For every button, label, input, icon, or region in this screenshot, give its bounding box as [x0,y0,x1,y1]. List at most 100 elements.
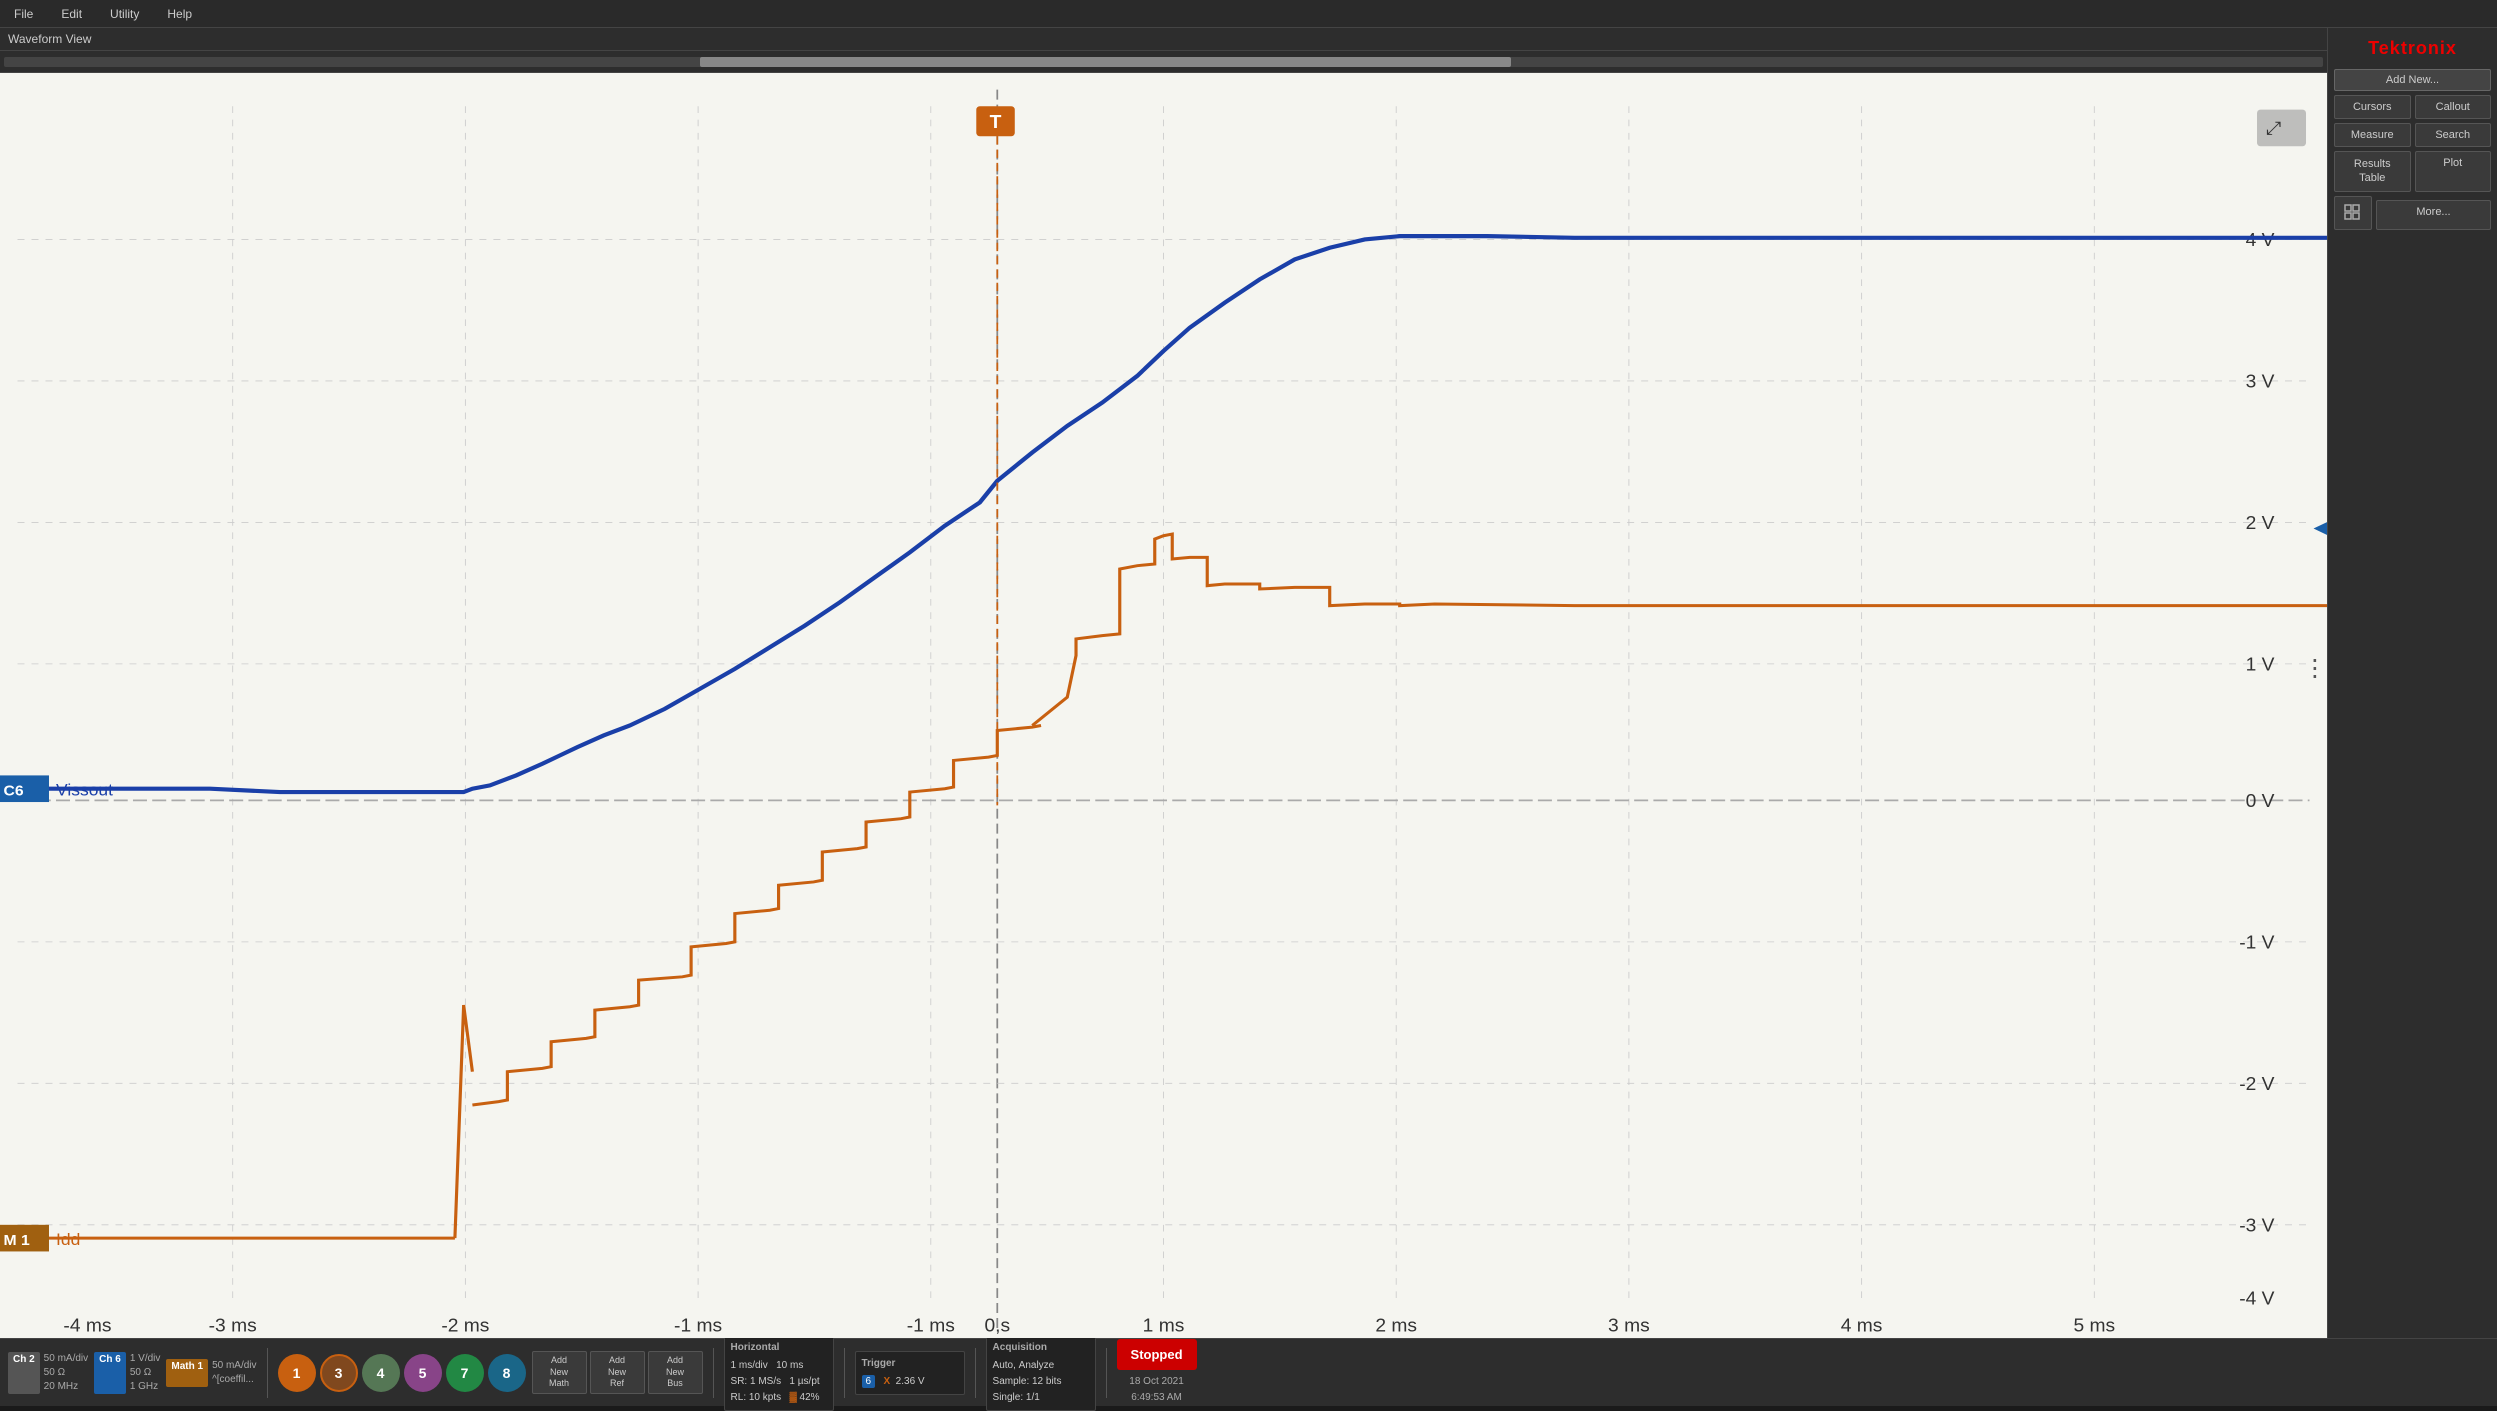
svg-text:Idd: Idd [56,1230,80,1249]
callout-button[interactable]: Callout [2415,95,2492,119]
logo-tek: Tekt [2368,38,2408,58]
separator-5 [1106,1348,1107,1398]
channel-5-button[interactable]: 5 [404,1354,442,1392]
menu-utility[interactable]: Utility [104,5,145,23]
channel-8-button[interactable]: 8 [488,1354,526,1392]
math1-info: Math 1 50 mA/div^[coeffil... [166,1359,256,1387]
svg-text:2 V: 2 V [2246,512,2275,532]
channel-7-button[interactable]: 7 [446,1354,484,1392]
scroll-bar-top[interactable] [0,51,2327,73]
ch4-label: 4 [377,1365,385,1381]
svg-text:-2 V: -2 V [2239,1073,2275,1093]
acquisition-single: Single: 1/1 [993,1390,1089,1406]
ch3-label: 3 [335,1365,343,1381]
stopped-group: Stopped 18 Oct 2021 6:49:53 AM [1117,1339,1197,1406]
add-buttons-group: AddNewMath AddNewRef AddNewBus [532,1351,703,1394]
date-display: 18 Oct 2021 [1129,1374,1183,1390]
channel-buttons: 1 3 4 5 7 8 [278,1354,526,1392]
svg-text:-2 ms: -2 ms [441,1315,489,1335]
svg-text:1 V: 1 V [2246,654,2275,674]
svg-text:3 V: 3 V [2246,371,2275,391]
svg-text:1 ms: 1 ms [1143,1315,1185,1335]
ch6-params: 1 V/div50 Ω1 GHz [130,1352,161,1394]
svg-text:2 ms: 2 ms [1375,1315,1417,1335]
svg-text:-3 V: -3 V [2239,1215,2275,1235]
acquisition-title: Acquisition [993,1340,1089,1356]
math1-badge[interactable]: Math 1 [166,1359,208,1387]
results-plot-row: ResultsTable Plot [2334,151,2491,192]
svg-text:0 V: 0 V [2246,790,2275,810]
grid-icon-button[interactable] [2334,196,2372,230]
trigger-title: Trigger [862,1356,958,1372]
ch8-label: 8 [503,1365,511,1381]
waveform-title-bar: Waveform View [0,28,2327,51]
waveform-title: Waveform View [8,32,91,46]
trigger-edge: X [883,1376,890,1387]
ch2-badge[interactable]: Ch 2 [8,1352,40,1394]
horizontal-msdiv: 1 ms/div 10 ms [731,1358,827,1374]
main-layout: Waveform View [0,28,2497,1338]
results-table-button[interactable]: ResultsTable [2334,151,2411,192]
separator-4 [975,1348,976,1398]
svg-text:⤢: ⤢ [2266,118,2281,138]
acquisition-info[interactable]: Acquisition Auto, Analyze Sample: 12 bit… [986,1335,1096,1411]
menu-bar: File Edit Utility Help [0,0,2497,28]
ch1-label: 1 [293,1365,301,1381]
svg-text:0,s: 0,s [984,1315,1010,1335]
svg-text:-4 ms: -4 ms [63,1315,111,1335]
svg-text:4 ms: 4 ms [1841,1315,1883,1335]
ch2-block: Ch 2 50 mA/div50 Ω20 MHz [8,1352,88,1394]
acquisition-mode: Auto, Analyze [993,1358,1089,1374]
separator-1 [267,1348,268,1398]
right-panel: Tektronix Add New... Cursors Callout Mea… [2327,28,2497,1338]
trigger-ch-badge: 6 [862,1375,876,1388]
math1-block: Math 1 50 mA/div^[coeffil... [166,1359,256,1387]
search-button[interactable]: Search [2415,123,2492,147]
menu-help[interactable]: Help [161,5,198,23]
svg-text:M 1: M 1 [3,1232,30,1249]
stopped-button[interactable]: Stopped [1117,1339,1197,1370]
horizontal-info[interactable]: Horizontal 1 ms/div 10 ms SR: 1 MS/s 1 µ… [724,1335,834,1411]
measure-button[interactable]: Measure [2334,123,2411,147]
waveform-container: Waveform View [0,28,2327,1338]
add-new-ref-button[interactable]: AddNewRef [590,1351,645,1394]
more-button[interactable]: More... [2376,200,2491,230]
svg-text:C6: C6 [3,783,23,800]
plot-button[interactable]: Plot [2415,151,2492,192]
svg-text:◄: ◄ [2306,506,2327,547]
add-new-bus-button[interactable]: AddNewBus [648,1351,703,1394]
svg-text:-4 V: -4 V [2239,1288,2275,1308]
bottom-toolbar: Ch 2 50 mA/div50 Ω20 MHz Ch 6 1 V/div50 … [0,1338,2497,1406]
channel-1-button[interactable]: 1 [278,1354,316,1392]
horizontal-rl: RL: 10 kpts ▓ 42% [731,1390,827,1406]
waveform-svg: 4 V 3 V 2 V 1 V 0 V -1 V -2 V -3 V -4 V … [0,73,2327,1338]
time-display: 6:49:53 AM [1129,1390,1183,1406]
separator-3 [844,1348,845,1398]
horizontal-pct: ▓ [789,1392,796,1403]
channel-3-button[interactable]: 3 [320,1354,358,1392]
waveform-plot[interactable]: 4 V 3 V 2 V 1 V 0 V -1 V -2 V -3 V -4 V … [0,73,2327,1338]
ch6-info: Ch 6 1 V/div50 Ω1 GHz [94,1352,160,1394]
datetime-display: 18 Oct 2021 6:49:53 AM [1129,1374,1183,1406]
menu-edit[interactable]: Edit [55,5,88,23]
tektronix-logo: Tektronix [2334,34,2491,65]
scroll-track[interactable] [4,57,2323,67]
horizontal-title: Horizontal [731,1340,827,1356]
ch6-badge[interactable]: Ch 6 [94,1352,126,1394]
menu-file[interactable]: File [8,5,39,23]
svg-text:⋮: ⋮ [2303,655,2327,681]
measure-search-row: Measure Search [2334,123,2491,147]
ch2-params: 50 mA/div50 Ω20 MHz [44,1352,88,1394]
add-new-button[interactable]: Add New... [2334,69,2491,91]
trigger-info[interactable]: Trigger 6 X 2.36 V [855,1351,965,1395]
add-new-math-button[interactable]: AddNewMath [532,1351,587,1394]
channel-4-button[interactable]: 4 [362,1354,400,1392]
math1-params: 50 mA/div^[coeffil... [212,1359,256,1387]
svg-text:T: T [990,111,1002,131]
scroll-thumb[interactable] [700,57,1512,67]
cursors-button[interactable]: Cursors [2334,95,2411,119]
icon-more-row: More... [2334,196,2491,230]
trigger-level: 2.36 V [896,1376,925,1387]
logo-r: r [2408,38,2416,58]
cursors-callout-row: Cursors Callout [2334,95,2491,119]
